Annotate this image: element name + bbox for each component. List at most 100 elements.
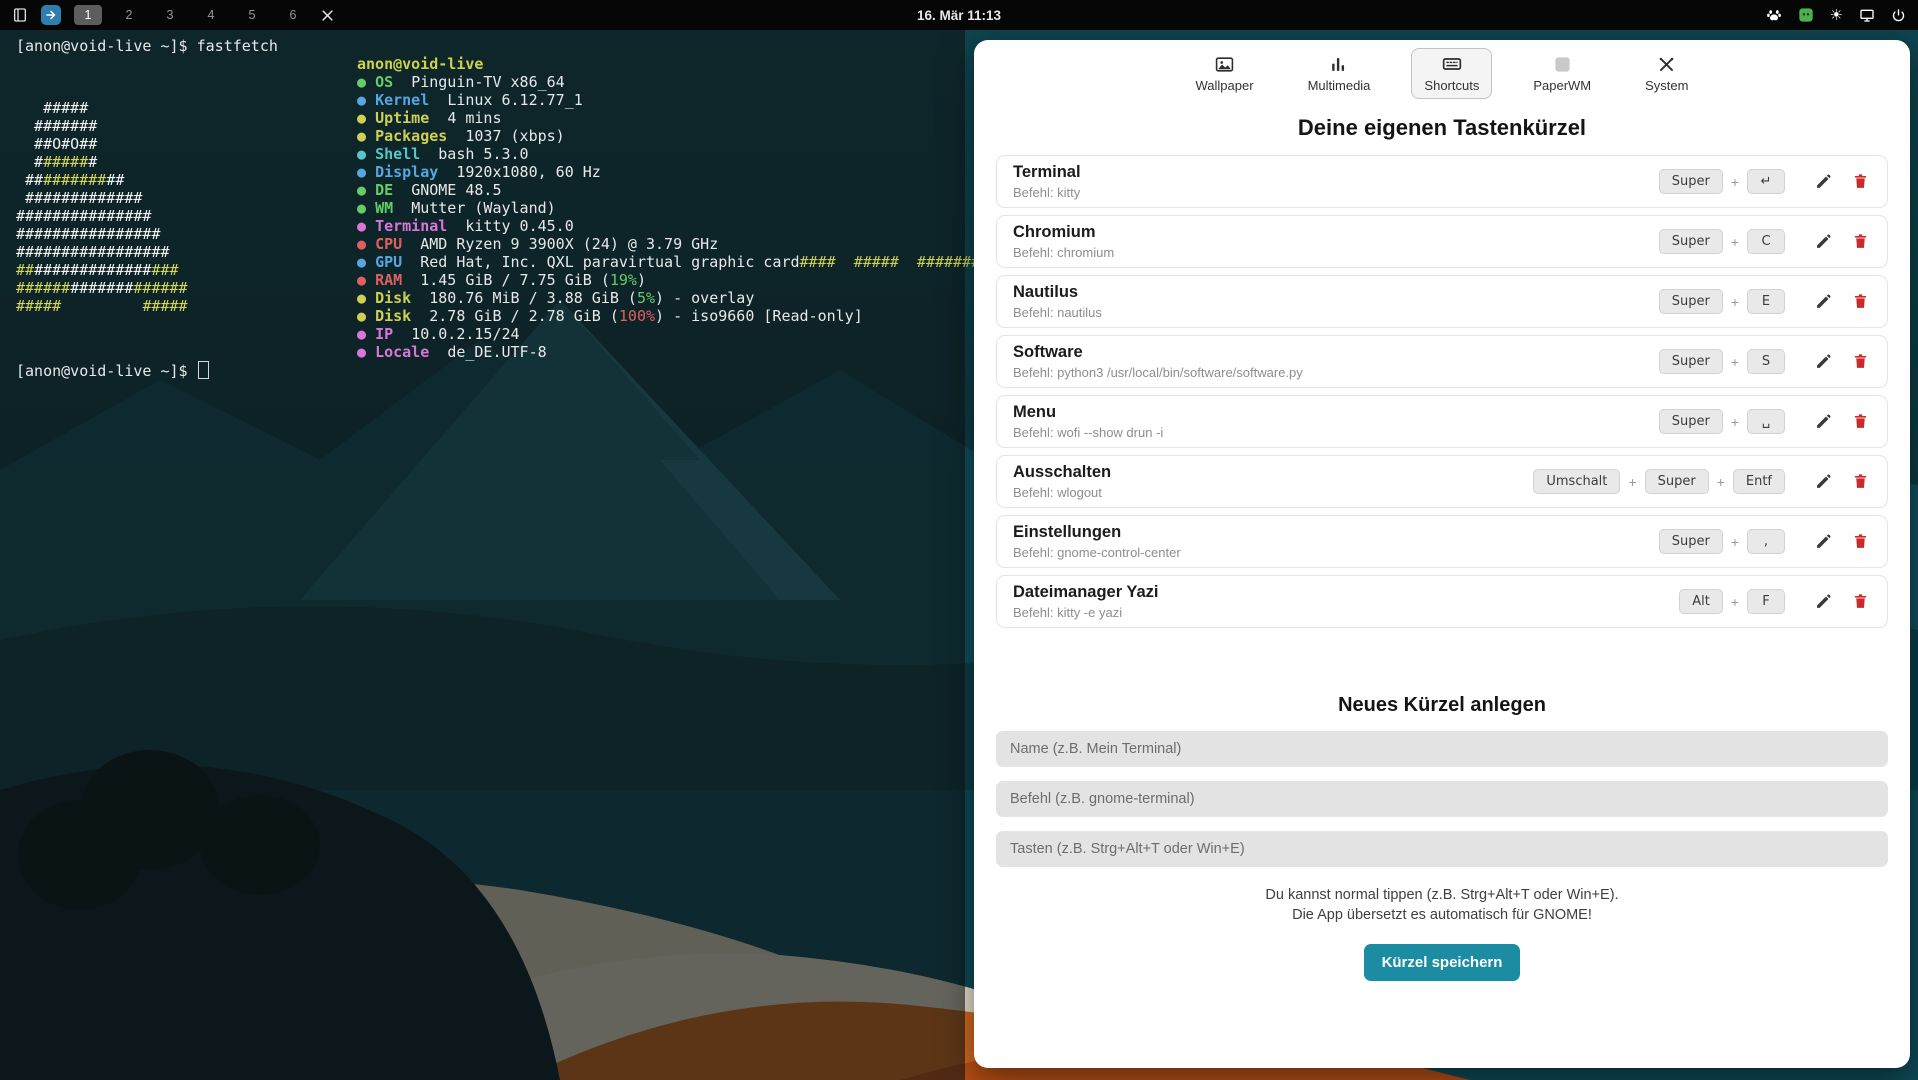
- tab-system[interactable]: System: [1632, 48, 1701, 99]
- delete-button[interactable]: [1850, 171, 1871, 192]
- key-badge: Entf: [1733, 469, 1785, 494]
- shortcut-name: Einstellungen: [1013, 523, 1659, 542]
- edit-button[interactable]: [1813, 351, 1834, 372]
- green-app-tray-icon[interactable]: [1798, 7, 1814, 23]
- shortcut-text: AusschaltenBefehl: wlogout: [1013, 463, 1533, 500]
- clock[interactable]: 16. Mär 11:13: [917, 8, 1001, 23]
- workspace-4[interactable]: 4: [197, 5, 225, 25]
- launcher-arrow-icon[interactable]: [41, 5, 61, 25]
- shortcut-row: ChromiumBefehl: chromiumSuper+C: [996, 215, 1888, 268]
- plus-separator: +: [1717, 474, 1725, 490]
- plus-separator: +: [1731, 594, 1739, 610]
- shortcut-text: MenuBefehl: wofi --show drun -i: [1013, 403, 1659, 440]
- shortcut-keys: Super+␣: [1659, 409, 1785, 434]
- edit-button[interactable]: [1813, 231, 1834, 252]
- edit-button[interactable]: [1813, 591, 1834, 612]
- workspace-6[interactable]: 6: [279, 5, 307, 25]
- paw-tray-icon[interactable]: [1766, 7, 1782, 23]
- ascii-line: #####: [16, 99, 357, 117]
- plus-separator: +: [1628, 474, 1636, 490]
- edit-button[interactable]: [1813, 291, 1834, 312]
- ascii-line: ###################: [16, 279, 357, 297]
- plus-separator: +: [1731, 414, 1739, 430]
- shortcut-text: TerminalBefehl: kitty: [1013, 163, 1659, 200]
- delete-button[interactable]: [1850, 411, 1871, 432]
- ascii-line: ##O#O##: [16, 135, 357, 153]
- shortcut-row: TerminalBefehl: kittySuper+↵: [996, 155, 1888, 208]
- key-badge: S: [1747, 349, 1785, 374]
- shortcut-text: Einstellungen Befehl: gnome-control-cente…: [1013, 523, 1659, 560]
- shortcut-command: Befehl: nautilus: [1013, 305, 1659, 320]
- network-icon[interactable]: [1859, 7, 1875, 23]
- shortcut-row: MenuBefehl: wofi --show drun -iSuper+␣: [996, 395, 1888, 448]
- shortcuts-app-window: Wallpaper Multimedia Shortcuts PaperWM Syste…: [974, 40, 1910, 1068]
- fastfetch-line: ● GPU Red Hat, Inc. QXL paravirtual grap…: [357, 253, 980, 271]
- delete-button[interactable]: [1850, 531, 1871, 552]
- key-badge: Alt: [1679, 589, 1723, 614]
- shortcut-row: SoftwareBefehl: python3 /usr/local/bin/s…: [996, 335, 1888, 388]
- topbar-left: 123456: [0, 5, 335, 25]
- shortcut-name: Dateimanager Yazi: [1013, 583, 1679, 602]
- ascii-line: ################: [16, 225, 357, 243]
- key-badge: Super: [1659, 229, 1723, 254]
- keys-input[interactable]: [996, 831, 1888, 867]
- edit-button[interactable]: [1813, 471, 1834, 492]
- edit-button[interactable]: [1813, 171, 1834, 192]
- tab-label: PaperWM: [1533, 78, 1591, 93]
- edit-button[interactable]: [1813, 411, 1834, 432]
- kitty-terminal-window[interactable]: [anon@void-live ~]$ fastfetch ##### ####…: [0, 30, 965, 1080]
- brightness-icon[interactable]: ☀: [1830, 6, 1843, 24]
- fastfetch-line: ● OS Pinguin-TV x86_64: [357, 73, 980, 91]
- name-input[interactable]: [996, 731, 1888, 767]
- fastfetch-host: anon@void-live: [357, 55, 980, 73]
- tab-multimedia[interactable]: Multimedia: [1295, 48, 1384, 99]
- tools-icon: [1657, 54, 1676, 74]
- panel-apps-icon[interactable]: [12, 7, 28, 23]
- ascii-line: #############: [16, 189, 357, 207]
- shortcut-name: Software: [1013, 343, 1659, 362]
- key-badge: Super: [1659, 529, 1723, 554]
- workspace-1[interactable]: 1: [74, 5, 102, 25]
- tab-wallpaper[interactable]: Wallpaper: [1183, 48, 1267, 99]
- tab-paperwm[interactable]: PaperWM: [1520, 48, 1604, 99]
- shortcut-list: TerminalBefehl: kittySuper+↵ ChromiumBefe…: [996, 155, 1888, 628]
- shortcut-command: Befehl: gnome-control-center: [1013, 545, 1659, 560]
- delete-button[interactable]: [1850, 291, 1871, 312]
- terminal-prompt-line: [anon@void-live ~]$: [16, 361, 965, 380]
- tab-label: Shortcuts: [1424, 78, 1479, 93]
- tab-bar: Wallpaper Multimedia Shortcuts PaperWM Syste…: [974, 40, 1910, 99]
- fastfetch-line: ● Locale de_DE.UTF-8: [357, 343, 980, 361]
- delete-button[interactable]: [1850, 591, 1871, 612]
- typed-command: fastfetch: [197, 37, 278, 55]
- new-shortcut-title: Neues Kürzel anlegen: [974, 694, 1910, 717]
- command-input[interactable]: [996, 781, 1888, 817]
- tab-label: Multimedia: [1308, 78, 1371, 93]
- shortcut-row: NautilusBefehl: nautilusSuper+E: [996, 275, 1888, 328]
- workspace-5[interactable]: 5: [238, 5, 266, 25]
- key-badge: Super: [1659, 289, 1723, 314]
- shortcut-command: Befehl: chromium: [1013, 245, 1659, 260]
- shortcut-command: Befehl: wofi --show drun -i: [1013, 425, 1659, 440]
- delete-button[interactable]: [1850, 351, 1871, 372]
- prompt: [anon@void-live ~]$: [16, 37, 188, 55]
- workspace-2[interactable]: 2: [115, 5, 143, 25]
- power-icon[interactable]: [1891, 8, 1906, 23]
- plus-separator: +: [1731, 294, 1739, 310]
- shortcut-command: Befehl: wlogout: [1013, 485, 1533, 500]
- shortcut-command: Befehl: kitty: [1013, 185, 1659, 200]
- key-badge: Umschalt: [1533, 469, 1620, 494]
- edit-button[interactable]: [1813, 531, 1834, 552]
- terminal-command-line: [anon@void-live ~]$ fastfetch: [16, 37, 965, 55]
- delete-button[interactable]: [1850, 471, 1871, 492]
- shortcut-keys: Alt+F: [1679, 589, 1785, 614]
- delete-button[interactable]: [1850, 231, 1871, 252]
- page-title: Deine eigenen Tastenkürzel: [974, 115, 1910, 141]
- save-shortcut-button[interactable]: Kürzel speichern: [1364, 944, 1521, 981]
- workspaces: 123456: [74, 5, 307, 25]
- tab-shortcuts[interactable]: Shortcuts: [1411, 48, 1492, 99]
- tools-icon[interactable]: [320, 8, 335, 23]
- key-badge: Super: [1645, 469, 1709, 494]
- workspace-3[interactable]: 3: [156, 5, 184, 25]
- key-badge: Super: [1659, 169, 1723, 194]
- fastfetch-line: ● IP 10.0.2.15/24: [357, 325, 980, 343]
